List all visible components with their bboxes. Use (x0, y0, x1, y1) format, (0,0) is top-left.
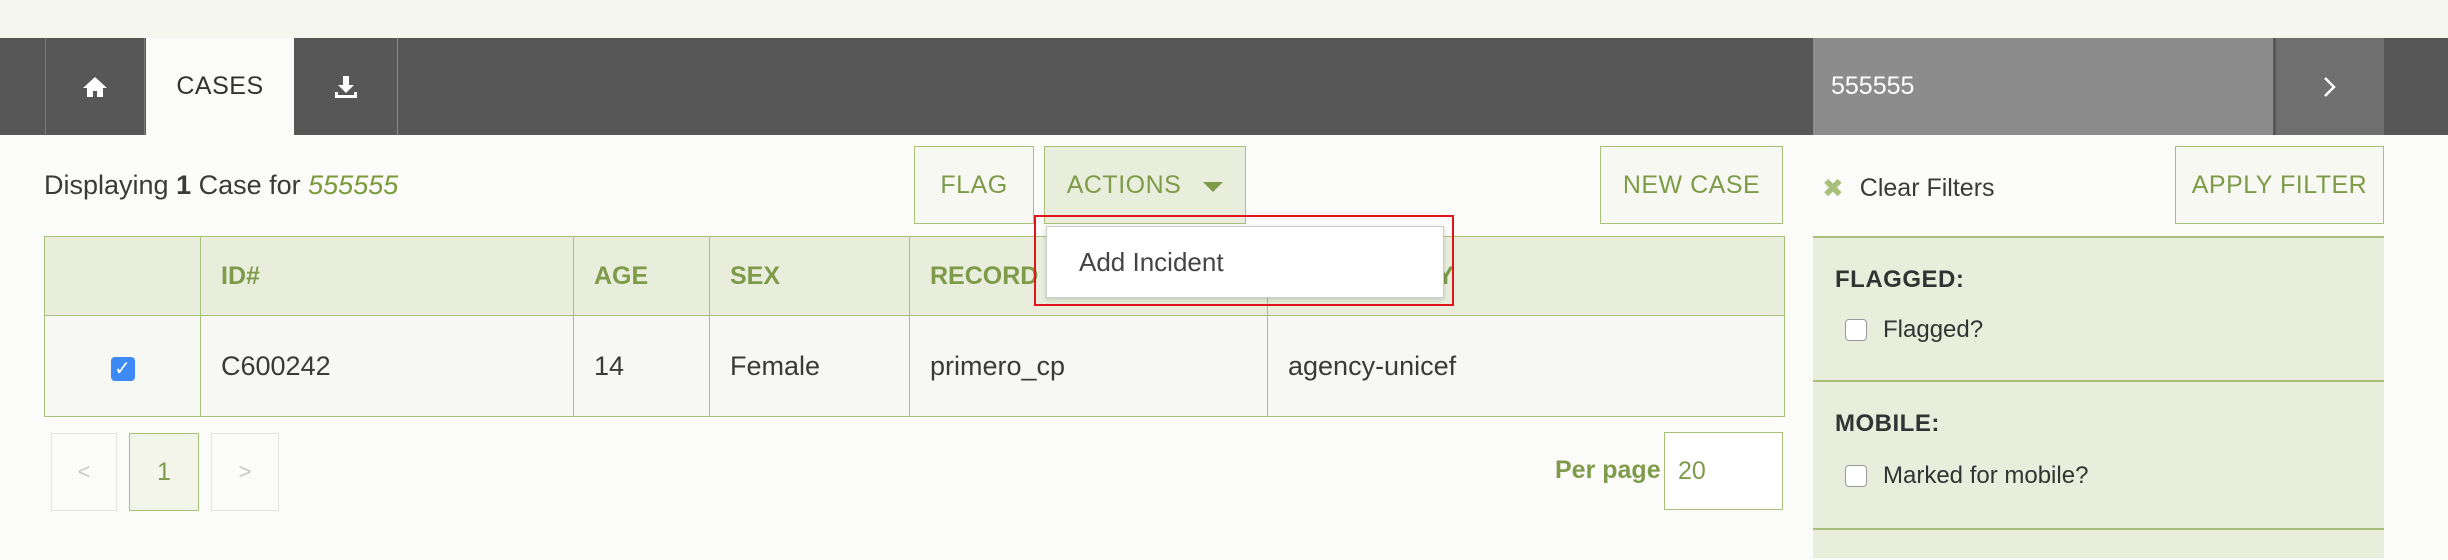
search-input[interactable] (1829, 71, 2253, 102)
flag-button[interactable]: FLAG (914, 146, 1034, 224)
cell-id[interactable]: C600242 (200, 315, 574, 417)
summary-count: 1 (176, 170, 192, 200)
download-icon (334, 75, 357, 98)
apply-filter-button[interactable]: APPLY FILTER (2175, 146, 2384, 224)
header-id[interactable]: ID# (200, 236, 574, 316)
caret-down-icon (1203, 182, 1224, 192)
flagged-checkbox[interactable] (1845, 319, 1867, 341)
header-select (44, 236, 201, 316)
pagination-prev-button[interactable]: < (51, 433, 117, 511)
clear-filters-label: Clear Filters (1859, 174, 1995, 202)
export-nav-button[interactable] (294, 38, 398, 135)
actions-menu-item-add-incident[interactable]: Add Incident (1046, 226, 1444, 298)
summary-middle: Case for (191, 170, 309, 200)
table-row[interactable]: ✓ C600242 14 Female primero_cp agency-un… (44, 315, 1785, 417)
filter-option-label: Marked for mobile? (1883, 462, 2089, 489)
filter-option-label: Flagged? (1883, 316, 1984, 343)
cell-record-owner: primero_cp (909, 315, 1268, 417)
pagination-page-1[interactable]: 1 (129, 433, 199, 511)
summary-query: 555555 (308, 170, 399, 200)
tab-cases[interactable]: CASES (146, 38, 294, 135)
actions-label: ACTIONS (1066, 170, 1182, 199)
filter-section-title: MOBILE: (1835, 410, 1940, 437)
summary-prefix: Displaying (44, 170, 177, 200)
top-strip (0, 0, 2448, 38)
row-select-cell: ✓ (44, 315, 201, 417)
home-icon (83, 76, 107, 97)
per-page-input[interactable]: 20 (1664, 432, 1783, 510)
cell-sex: Female (709, 315, 910, 417)
filter-panel: FLAGGED: Flagged? MOBILE: Marked for mob… (1813, 236, 2384, 558)
search-box[interactable] (1813, 38, 2273, 135)
filter-section-flagged: FLAGGED: Flagged? (1813, 236, 2384, 382)
filter-option-mobile[interactable]: Marked for mobile? (1845, 462, 2088, 490)
filter-section-mobile: MOBILE: Marked for mobile? (1813, 380, 2384, 530)
search-submit-button[interactable] (2276, 38, 2384, 135)
results-summary: Displaying 1 Case for 555555 (44, 170, 398, 201)
cases-table: ID# AGE SEX RECORD O NER AGENCY ✓ C60024… (44, 236, 1785, 417)
home-nav-button[interactable] (45, 38, 145, 135)
filter-section-divider (1813, 528, 2384, 560)
filter-section-title: FLAGGED: (1835, 266, 1965, 293)
row-checkbox[interactable]: ✓ (110, 356, 135, 381)
cell-owner-agency: agency-unicef (1267, 315, 1785, 417)
pagination-next-button[interactable]: > (211, 433, 279, 511)
mobile-checkbox[interactable] (1845, 465, 1867, 487)
close-icon: ✖ (1822, 173, 1844, 203)
header-sex[interactable]: SEX (709, 236, 910, 316)
header-age[interactable]: AGE (573, 236, 710, 316)
new-case-button[interactable]: NEW CASE (1600, 146, 1783, 224)
per-page-label: Per page (1555, 456, 1661, 484)
table-header-row: ID# AGE SEX RECORD O NER AGENCY (44, 236, 1785, 316)
actions-button[interactable]: ACTIONS (1044, 146, 1246, 224)
cell-age: 14 (573, 315, 710, 417)
chevron-right-icon (2324, 76, 2336, 97)
clear-filters-button[interactable]: ✖ Clear Filters (1822, 173, 1995, 204)
filter-option-flagged[interactable]: Flagged? (1845, 316, 1983, 344)
